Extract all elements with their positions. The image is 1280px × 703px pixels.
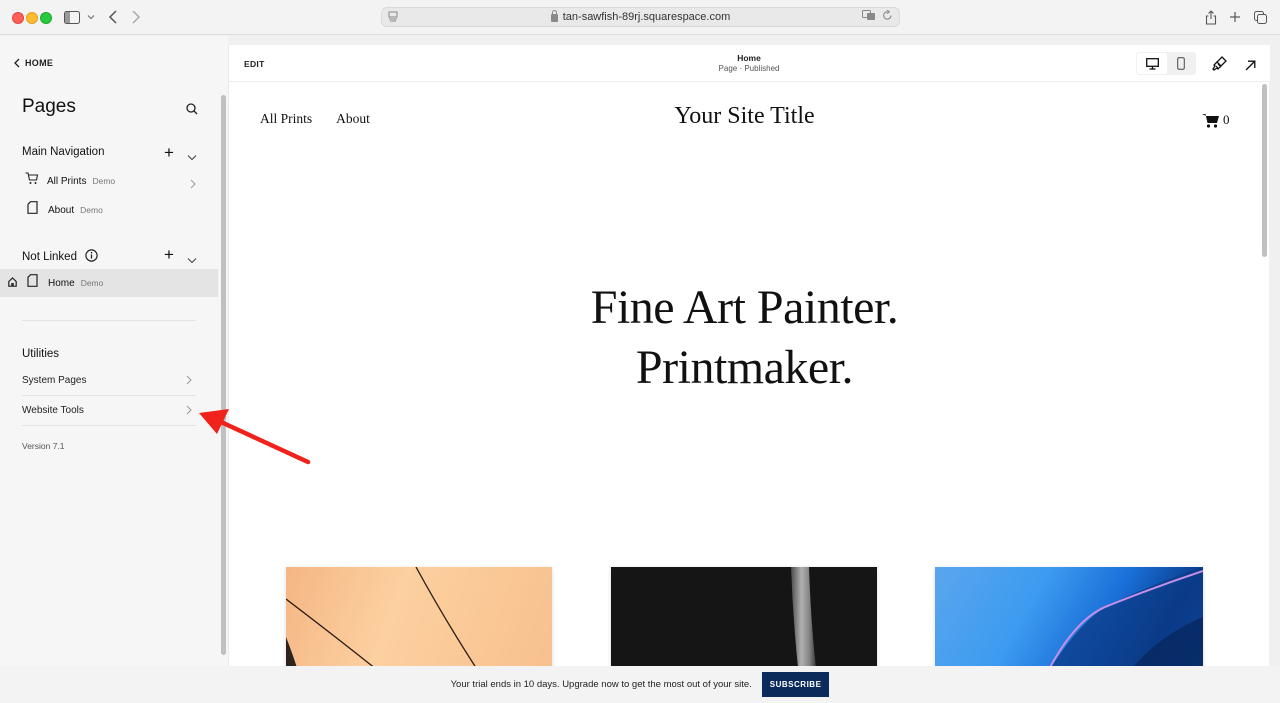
add-page-main-nav-button[interactable]: + bbox=[164, 144, 174, 161]
site-nav-link-all-prints[interactable]: All Prints bbox=[260, 111, 312, 127]
preview-scrollbar[interactable] bbox=[1262, 84, 1267, 257]
back-to-home-button[interactable]: HOME bbox=[14, 58, 53, 68]
smoke-abstract-art bbox=[791, 567, 816, 666]
mobile-view-button[interactable] bbox=[1167, 53, 1195, 74]
site-preview: Your Site Title All Prints About 0 Fine … bbox=[229, 83, 1260, 666]
site-nav: All Prints About bbox=[260, 111, 370, 127]
close-window-button[interactable] bbox=[12, 12, 24, 24]
hero-heading[interactable]: Fine Art Painter. Printmaker. bbox=[229, 278, 1260, 398]
homepage-icon bbox=[8, 274, 17, 292]
info-icon[interactable] bbox=[85, 249, 98, 265]
annotation-arrow bbox=[199, 409, 311, 465]
chevron-right-icon[interactable] bbox=[190, 176, 196, 194]
utility-website-tools[interactable]: Website Tools bbox=[22, 395, 196, 425]
page-item-about[interactable]: About Demo bbox=[0, 196, 218, 224]
sidebar-scrollbar[interactable] bbox=[221, 95, 226, 655]
subscribe-button[interactable]: SUBSCRIBE bbox=[761, 672, 830, 697]
minimize-window-button[interactable] bbox=[26, 12, 38, 24]
page-icon bbox=[27, 274, 38, 292]
site-cart-button[interactable]: 0 bbox=[1202, 112, 1230, 128]
main-navigation-header: Main Navigation bbox=[22, 146, 105, 158]
reload-icon[interactable] bbox=[882, 9, 893, 24]
trial-banner: Your trial ends in 10 days. Upgrade now … bbox=[0, 666, 1280, 703]
not-linked-label: Not Linked bbox=[22, 251, 77, 263]
utilities-header: Utilities bbox=[22, 348, 60, 360]
page-status: Page · Published bbox=[718, 64, 780, 73]
page-label: All Prints bbox=[47, 175, 87, 187]
utility-system-pages[interactable]: System Pages bbox=[22, 365, 196, 395]
page-item-all-prints[interactable]: All Prints Demo bbox=[0, 167, 218, 195]
site-nav-link-about[interactable]: About bbox=[336, 111, 370, 127]
chevron-right-icon bbox=[186, 405, 192, 418]
page-label: About bbox=[48, 204, 75, 216]
chevron-left-icon bbox=[14, 58, 20, 68]
utility-label: System Pages bbox=[22, 374, 87, 386]
section-divider bbox=[22, 320, 196, 321]
desktop-view-button[interactable] bbox=[1137, 53, 1167, 74]
demo-tag: Demo bbox=[92, 176, 116, 186]
cart-icon bbox=[25, 172, 39, 190]
hero-line-2: Printmaker. bbox=[635, 341, 854, 394]
tabs-overview-icon[interactable] bbox=[1254, 8, 1267, 26]
gallery-image-3[interactable] bbox=[935, 567, 1203, 666]
not-linked-header: Not Linked bbox=[22, 249, 98, 265]
utility-label: Website Tools bbox=[22, 404, 84, 416]
mobile-icon bbox=[1177, 57, 1185, 70]
cart-icon bbox=[1202, 113, 1219, 128]
site-title[interactable]: Your Site Title bbox=[229, 103, 1260, 130]
address-bar[interactable]: tan-sawfish-89rj.squarespace.com bbox=[381, 7, 900, 27]
edit-button[interactable]: EDIT bbox=[244, 59, 265, 69]
cart-count: 0 bbox=[1223, 112, 1230, 127]
desktop-icon bbox=[1145, 57, 1159, 70]
page-label: Home bbox=[48, 277, 75, 289]
design-brush-icon[interactable] bbox=[1212, 56, 1227, 76]
translate-icon[interactable] bbox=[862, 10, 876, 24]
gallery-image-1[interactable] bbox=[286, 567, 552, 666]
browser-toolbar: tan-sawfish-89rj.squarespace.com bbox=[0, 0, 1280, 35]
add-page-not-linked-button[interactable]: + bbox=[164, 246, 174, 263]
chevron-down-icon[interactable] bbox=[87, 8, 95, 26]
back-icon[interactable] bbox=[108, 8, 118, 26]
sidebar-toggle-icon[interactable] bbox=[64, 8, 80, 26]
collapse-main-nav-icon[interactable] bbox=[187, 148, 197, 166]
trial-message: Your trial ends in 10 days. Upgrade now … bbox=[450, 679, 752, 690]
editor-frame: EDIT Home Page · Published Your Site Tit… bbox=[228, 45, 1270, 666]
blue-abstract-art bbox=[1049, 567, 1203, 666]
panel-title: Pages bbox=[22, 96, 76, 117]
hero-line-1: Fine Art Painter. bbox=[590, 281, 899, 334]
lock-icon bbox=[550, 10, 558, 22]
search-icon[interactable] bbox=[186, 102, 198, 120]
page-item-home[interactable]: Home Demo bbox=[0, 269, 218, 297]
demo-tag: Demo bbox=[80, 278, 104, 288]
gallery-image-2[interactable] bbox=[611, 567, 877, 666]
page-icon bbox=[27, 201, 38, 219]
open-site-external-icon[interactable] bbox=[1245, 58, 1256, 76]
page-menu-icon[interactable] bbox=[388, 11, 398, 25]
device-view-toggle bbox=[1136, 52, 1196, 75]
demo-tag: Demo bbox=[80, 205, 103, 215]
pages-sidebar: HOME Pages Main Navigation + All Prints … bbox=[0, 36, 228, 703]
url-text: tan-sawfish-89rj.squarespace.com bbox=[562, 11, 731, 23]
editor-topbar: EDIT Home Page · Published bbox=[229, 45, 1270, 82]
utility-divider bbox=[22, 425, 196, 426]
forward-icon[interactable] bbox=[131, 8, 141, 26]
back-label: HOME bbox=[25, 58, 54, 68]
version-label: Version 7.1 bbox=[22, 441, 65, 451]
new-tab-icon[interactable] bbox=[1229, 8, 1241, 26]
page-info: Home Page · Published bbox=[649, 53, 849, 73]
chevron-right-icon bbox=[186, 375, 192, 388]
page-name: Home bbox=[737, 53, 761, 63]
collapse-not-linked-icon[interactable] bbox=[187, 251, 197, 269]
zoom-window-button[interactable] bbox=[40, 12, 52, 24]
share-icon[interactable] bbox=[1205, 8, 1217, 26]
peach-abstract-art bbox=[286, 567, 476, 666]
